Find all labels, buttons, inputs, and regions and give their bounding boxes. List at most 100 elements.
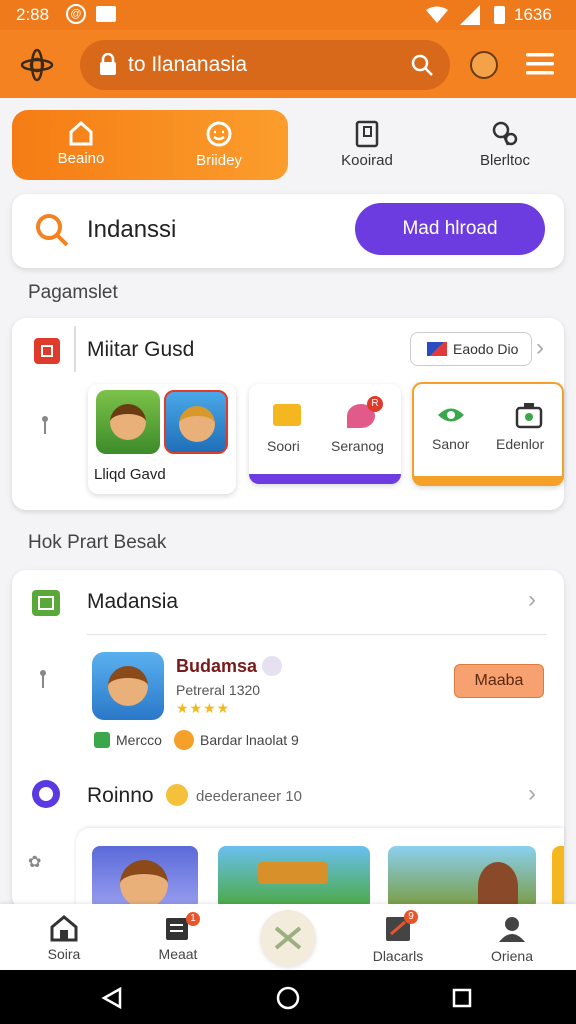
home-icon xyxy=(69,120,93,146)
nav-home[interactable]: Soira xyxy=(14,904,114,970)
game-app-icon[interactable] xyxy=(92,652,164,720)
tab-label: Briidey xyxy=(196,152,242,169)
banner-image[interactable] xyxy=(218,846,370,910)
status-bar: 2:88 @ 1636 xyxy=(0,0,576,30)
tab-kooirad[interactable]: Kooirad xyxy=(298,110,436,180)
section-title: Pagamslet xyxy=(28,282,118,303)
section-title: Hok Prart Besak xyxy=(28,532,167,553)
quick-tabs: Beaino Briidey Kooirad Blerltoc xyxy=(12,110,564,180)
game-character-image xyxy=(164,390,228,454)
nav-label: Dlacarls xyxy=(372,948,424,964)
nav-discover[interactable]: 9 Dlacarls xyxy=(348,904,448,970)
eye-icon xyxy=(438,408,464,422)
chevron-right-icon[interactable]: › xyxy=(528,586,536,614)
game-tile[interactable]: Lliqd Gavd xyxy=(88,384,236,494)
tab-blerltoc[interactable]: Blerltoc xyxy=(436,110,574,180)
nav-messages[interactable]: 1 Meaat xyxy=(128,904,228,970)
divider xyxy=(87,634,547,635)
at-icon: @ xyxy=(66,4,86,24)
card-title: Miitar Gusd xyxy=(87,338,195,361)
game-subtitle: Petreral 1320 xyxy=(176,682,261,698)
tile-label: Edenlor xyxy=(496,436,545,452)
tab-label: Kooirad xyxy=(341,152,393,169)
tag-label: Bardar lnaolat 9 xyxy=(200,732,299,748)
home-circle-icon[interactable] xyxy=(276,986,300,1010)
nav-label: Soira xyxy=(47,946,81,962)
tile-label: Sanor xyxy=(432,436,470,452)
tab-daily[interactable]: Briidey xyxy=(150,110,288,180)
rating-stars-icon: ★★★★ xyxy=(176,700,231,716)
book-icon xyxy=(355,120,379,148)
chest-icon xyxy=(273,404,301,426)
flag-icon xyxy=(427,342,447,356)
tag-label: Mercco xyxy=(116,732,162,748)
nav-badge: 9 xyxy=(404,910,418,924)
smile-icon xyxy=(166,784,188,806)
flower-icon: ✿ xyxy=(28,854,42,871)
verified-icon xyxy=(262,656,282,676)
banner-carousel xyxy=(76,828,564,910)
nav-label: Oriena xyxy=(490,948,534,964)
battery-icon xyxy=(494,6,505,24)
profile-face-icon[interactable] xyxy=(470,51,498,79)
battery-level: 1636 xyxy=(514,5,552,24)
tile-label: Seranog xyxy=(331,438,384,454)
clock-face-icon xyxy=(206,121,232,147)
status-time: 2:88 xyxy=(16,5,50,24)
install-button[interactable]: Maaba xyxy=(454,664,544,698)
app-bar: to Ilananasia xyxy=(0,30,576,98)
banner-image[interactable] xyxy=(388,846,536,910)
recents-icon[interactable] xyxy=(452,988,472,1008)
signal-icon xyxy=(460,5,480,25)
banner-image[interactable] xyxy=(552,846,564,910)
chevron-right-icon[interactable]: › xyxy=(536,334,544,362)
category-tile[interactable]: Sanor Edenlor xyxy=(412,382,564,486)
back-icon[interactable] xyxy=(100,986,124,1010)
center-logo-button[interactable] xyxy=(260,910,316,966)
row-title[interactable]: Roinno xyxy=(87,784,154,808)
list-title[interactable]: Madansia xyxy=(87,590,178,614)
wifi-icon xyxy=(426,6,448,23)
app-logo-icon[interactable] xyxy=(20,48,54,82)
location-icon xyxy=(492,121,518,146)
tab-label: Beaino xyxy=(57,150,105,167)
app-red-icon xyxy=(34,338,60,364)
chat-bubble-icon xyxy=(32,780,60,808)
emoji-icon xyxy=(174,730,194,750)
pin-icon xyxy=(40,670,46,688)
bottom-nav: Soira 1 Meaat 9 Dlacarls Oriena xyxy=(0,904,576,970)
image-notification-icon xyxy=(96,6,116,22)
tile-label: Soori xyxy=(267,438,300,454)
store-icon xyxy=(32,590,60,616)
search-text: to Ilananasia xyxy=(128,53,248,76)
promo-pointer xyxy=(80,258,98,268)
search-icon[interactable] xyxy=(410,53,434,77)
notification-badge: R xyxy=(367,396,383,412)
camera-lock-icon xyxy=(515,403,543,429)
search-magnifier-icon xyxy=(36,214,69,247)
tab-label: Blerltoc xyxy=(479,152,531,169)
lock-icon xyxy=(100,53,116,75)
game-tile-label: Lliqd Gavd xyxy=(94,466,166,483)
banner-image[interactable] xyxy=(92,846,198,910)
region-label: Eaodo Dio xyxy=(453,341,519,357)
nav-badge: 1 xyxy=(186,912,200,926)
nav-profile[interactable]: Oriena xyxy=(462,904,562,970)
app-list-card: Madansia › Budamsa Petreral 1320 ★★★★ Ma… xyxy=(12,570,564,910)
person-icon xyxy=(499,917,525,942)
menu-icon[interactable] xyxy=(526,52,554,76)
home-icon xyxy=(50,915,78,942)
system-nav-bar xyxy=(0,970,576,1024)
tag-icon xyxy=(94,732,110,748)
promo-title: Indanssi xyxy=(87,216,177,243)
search-bar[interactable]: to Ilananasia xyxy=(80,40,450,90)
region-badge[interactable]: Eaodo Dio xyxy=(410,332,532,366)
center-logo-icon xyxy=(274,926,302,950)
chevron-right-icon[interactable]: › xyxy=(528,780,536,808)
row-subtitle: deederaneer 10 xyxy=(196,788,302,805)
nav-label: Meaat xyxy=(158,946,198,962)
divider xyxy=(74,326,76,372)
category-tile[interactable]: Soori R Seranog xyxy=(249,384,401,484)
tab-home[interactable]: Beaino xyxy=(12,110,150,180)
promo-action-button[interactable]: Mad hlroad xyxy=(355,203,545,255)
